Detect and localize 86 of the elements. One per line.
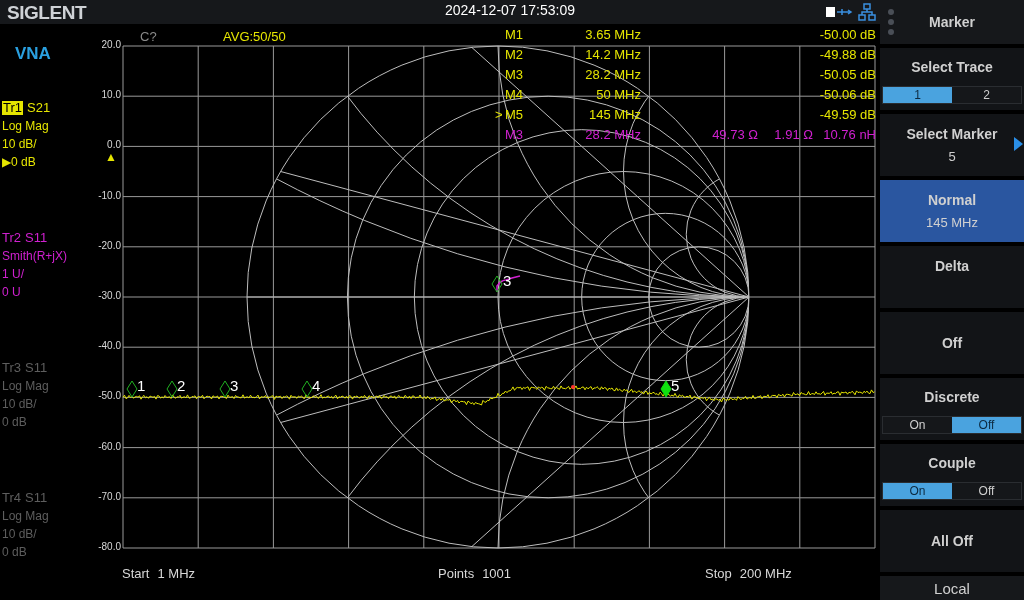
y-axis-label: -40.0 bbox=[97, 341, 121, 352]
y-axis-label: -70.0 bbox=[97, 491, 121, 502]
marker-diamond[interactable] bbox=[219, 380, 231, 398]
trace-reference: ▶0 dB bbox=[2, 155, 37, 169]
usb-icon bbox=[826, 6, 853, 18]
trace-reference: 0 dB bbox=[2, 415, 28, 429]
menu-label: Couple bbox=[928, 456, 976, 470]
toggle-option[interactable]: On bbox=[883, 483, 952, 499]
marker-name: M5 bbox=[505, 107, 524, 123]
local-status: Local bbox=[934, 580, 970, 596]
mode-label: VNA bbox=[15, 45, 51, 62]
brand-logo: SIGLENT bbox=[7, 2, 86, 22]
trace-point bbox=[571, 385, 575, 389]
sweep-label: Stop bbox=[705, 567, 732, 580]
marker-diamond[interactable] bbox=[166, 380, 178, 398]
menu-button[interactable]: All Off bbox=[880, 510, 1024, 572]
marker-frequency: 14.2 MHz bbox=[585, 47, 641, 63]
reference-marker: ▲ bbox=[105, 151, 117, 164]
menu-button[interactable]: Off bbox=[880, 312, 1024, 374]
marker-value: 10.76 nH bbox=[823, 127, 876, 143]
trace-scale: 10 dB/ bbox=[2, 527, 38, 541]
y-axis-label: -10.0 bbox=[97, 190, 121, 201]
marker-label: 3 bbox=[230, 377, 239, 394]
sweep-value: 200 MHz bbox=[739, 567, 792, 580]
menu-button[interactable]: Select Marker 5 bbox=[880, 114, 1024, 176]
trace-parameter: S11 bbox=[25, 231, 48, 245]
marker-value: 1.91 Ω bbox=[774, 127, 813, 143]
trace-scale: 1 U/ bbox=[2, 267, 25, 281]
date-time: 2024-12-07 17:53:09 bbox=[445, 3, 575, 17]
sweep-label: Points bbox=[438, 567, 475, 580]
trace-format: Log Mag bbox=[2, 379, 49, 393]
trace-reference: 0 dB bbox=[2, 545, 28, 559]
marker-frequency: 3.65 MHz bbox=[585, 27, 641, 43]
network-icon bbox=[858, 3, 876, 21]
y-axis-label: 0.0 bbox=[106, 140, 121, 151]
marker-frequency: 28.2 MHz bbox=[585, 67, 641, 83]
marker-frequency: 50 MHz bbox=[596, 87, 641, 103]
menu-label: Select Trace bbox=[911, 60, 993, 74]
menu-button[interactable]: Normal 145 MHz bbox=[880, 180, 1024, 242]
marker-label: 5 bbox=[671, 377, 680, 394]
menu-button[interactable]: Delta bbox=[880, 246, 1024, 308]
toggle-option[interactable]: 1 bbox=[883, 87, 952, 103]
trace-format: Smith(R+jX) bbox=[2, 249, 67, 263]
marker-label: 4 bbox=[312, 377, 321, 394]
marker-label: 2 bbox=[177, 377, 186, 394]
marker-value: -50.06 dB bbox=[819, 87, 876, 103]
trace-parameter: S11 bbox=[25, 491, 48, 505]
marker-diamond[interactable] bbox=[491, 275, 503, 293]
marker-name: M3 bbox=[505, 127, 524, 143]
trace-id[interactable]: Tr2 bbox=[2, 231, 22, 245]
sweep-label: Start bbox=[122, 567, 150, 580]
y-axis-label: 20.0 bbox=[100, 40, 121, 50]
y-axis-label: -20.0 bbox=[97, 240, 121, 251]
trace-scale: 10 dB/ bbox=[2, 137, 38, 151]
marker-name: M2 bbox=[505, 47, 524, 63]
marker-diamond[interactable] bbox=[660, 380, 672, 398]
active-marker-indicator: > bbox=[495, 107, 503, 123]
trace-format: Log Mag bbox=[2, 509, 49, 523]
y-axis-label: -80.0 bbox=[97, 542, 121, 552]
calibration-status: C? bbox=[140, 30, 157, 43]
y-axis-label: -60.0 bbox=[97, 441, 121, 452]
y-axis-label: 10.0 bbox=[100, 90, 121, 101]
marker-value: -50.00 dB bbox=[819, 27, 876, 43]
marker-value: -50.05 dB bbox=[819, 67, 876, 83]
sweep-value: 1001 bbox=[482, 567, 512, 580]
trace-scale: 10 dB/ bbox=[2, 397, 38, 411]
trace-format: Log Mag bbox=[2, 119, 50, 133]
trace-reference: 0 U bbox=[2, 285, 22, 299]
y-axis-label: -30.0 bbox=[97, 291, 121, 301]
marker-name: M4 bbox=[505, 87, 524, 103]
marker-value: -49.59 dB bbox=[819, 107, 876, 123]
toggle-option[interactable]: Off bbox=[952, 417, 1021, 433]
menu-title: Marker bbox=[929, 12, 975, 32]
menu-label: Discrete bbox=[924, 390, 980, 404]
sweep-value: 1 MHz bbox=[157, 567, 196, 580]
trace-parameter: S11 bbox=[25, 361, 48, 375]
y-axis-label: -50.0 bbox=[97, 391, 121, 402]
marker-value: -49.88 dB bbox=[819, 47, 876, 63]
marker-label: 1 bbox=[137, 377, 146, 394]
averaging-status: AVG:50/50 bbox=[223, 30, 286, 43]
trace-parameter: S21 bbox=[27, 101, 51, 115]
marker-diamond[interactable] bbox=[301, 380, 313, 398]
marker-name: M3 bbox=[505, 67, 524, 83]
trace-id[interactable]: Tr1 bbox=[2, 101, 24, 115]
marker-name: M1 bbox=[505, 27, 524, 43]
marker-diamond[interactable] bbox=[126, 380, 138, 398]
